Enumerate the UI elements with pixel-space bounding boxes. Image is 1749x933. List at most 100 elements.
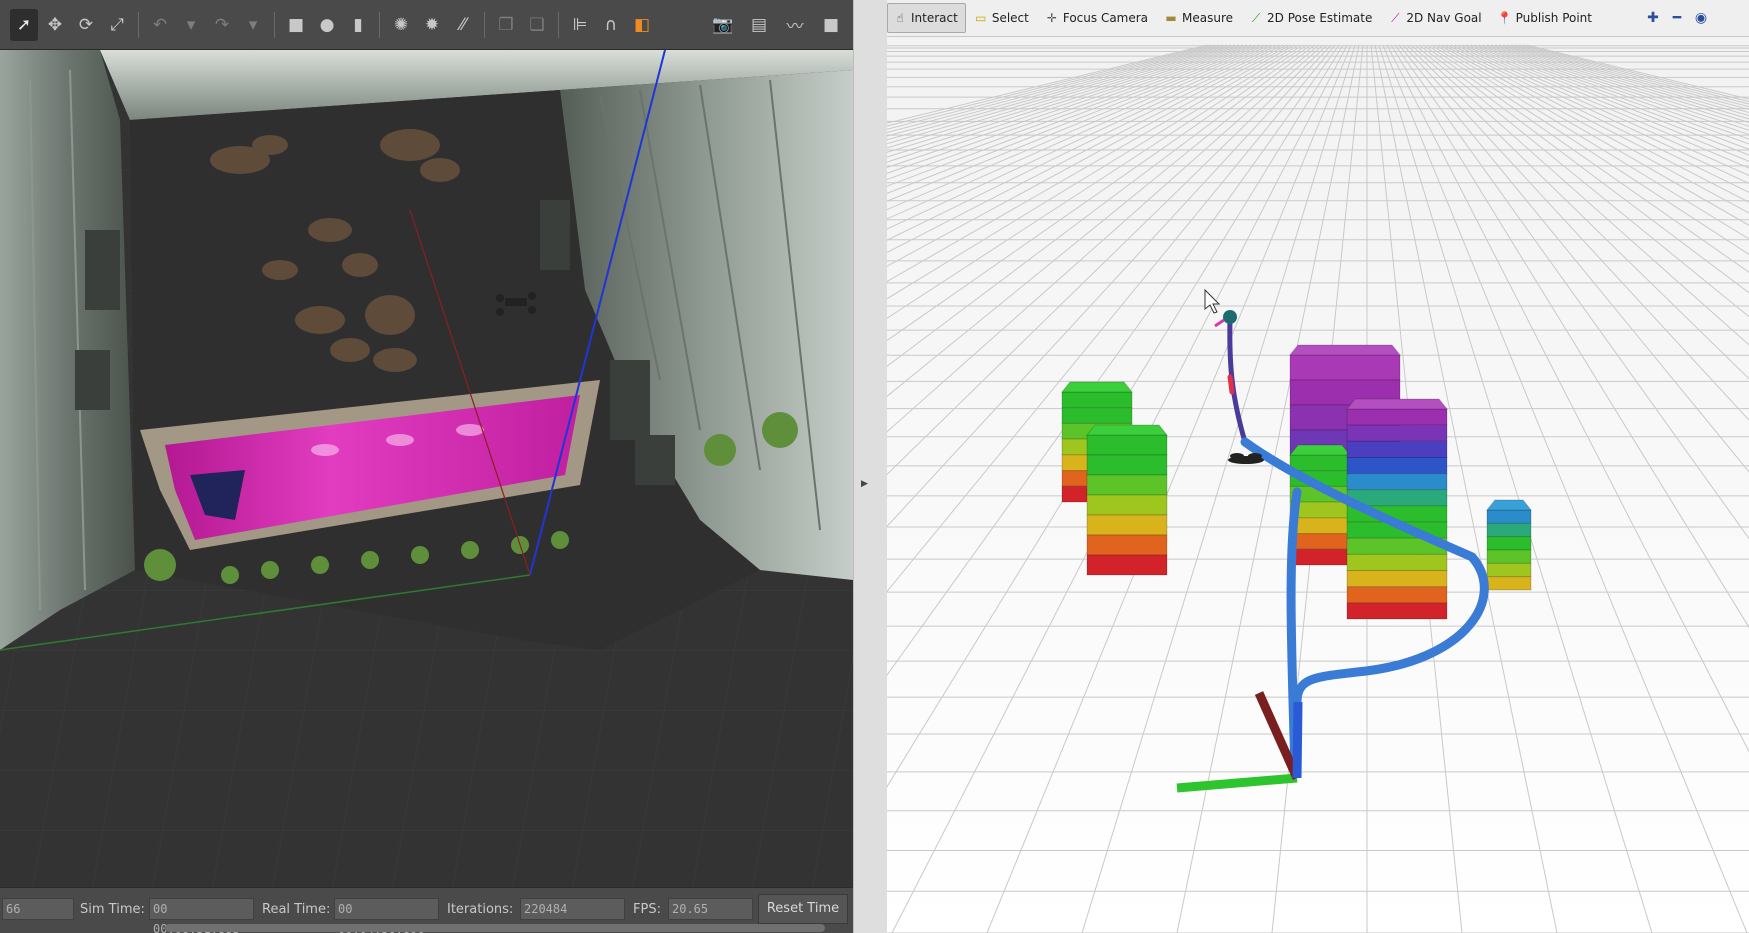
tool-focus-camera[interactable]: ✛ Focus Camera (1039, 3, 1156, 33)
gazebo-status-bar: 66 Sim Time: 00 00:06:51.883 Real Time: … (0, 887, 853, 933)
rviz-3d-view[interactable] (887, 37, 1749, 933)
left-obstacle-front-layer (1086, 454, 1168, 476)
right-obstacle-main-layer (1346, 586, 1448, 604)
measure-icon: ▬ (1165, 11, 1177, 25)
toolbar-separator (558, 11, 559, 38)
video-record-icon[interactable]: ■ (817, 9, 845, 41)
right-obstacle-main-layer (1346, 424, 1448, 442)
rotate-icon[interactable]: ⟳ (72, 9, 100, 41)
add-tool-icon[interactable]: ✚ (1641, 10, 1665, 26)
camera-view-icon[interactable]: ◉ (1689, 10, 1713, 26)
screenshot-icon[interactable]: 📷 (709, 9, 737, 41)
cylinder-shape-icon[interactable]: ▮ (344, 9, 372, 41)
tool-measure-label: Measure (1182, 11, 1234, 25)
iterations-value: 220484 (520, 898, 625, 920)
spot-light-icon[interactable]: ✹ (418, 9, 446, 41)
tool-interact-label: Interact (911, 11, 958, 25)
right-obstacle-left-top (1288, 444, 1352, 456)
left-obstacle-back-top (1060, 381, 1134, 393)
undo-dropdown-icon[interactable]: ▾ (177, 9, 205, 41)
left-obstacle-front-layer (1086, 434, 1168, 456)
focus-camera-icon: ✛ (1046, 11, 1057, 25)
far-right-obstacle-layer (1486, 549, 1532, 564)
right-obstacle-main-layer (1346, 440, 1448, 458)
tool-2d-pose-estimate[interactable]: ⟋ 2D Pose Estimate (1243, 3, 1380, 33)
collapse-arrow-icon[interactable]: ▶ (861, 479, 868, 489)
select-arrow-icon[interactable]: ➚ (10, 8, 38, 41)
origin-z-axis (1292, 701, 1303, 779)
left-obstacle-front-layer (1086, 514, 1168, 536)
reset-time-button[interactable]: Reset Time (758, 894, 848, 924)
left-obstacle-front-top (1085, 424, 1169, 436)
toolbar-separator (274, 11, 275, 38)
tool-2d-pose-estimate-label: 2D Pose Estimate (1267, 11, 1373, 25)
rviz-window: ☝ Interact ▭ Select ✛ Focus Camera ▬ Measure ⟋ 2D… (887, 0, 1749, 933)
left-wall-scan (0, 50, 135, 650)
tool-focus-camera-label: Focus Camera (1062, 11, 1149, 25)
tool-measure[interactable]: ▬ Measure (1158, 3, 1241, 33)
sim-time-value: 00 00:06:51.883 (149, 898, 254, 933)
left-obstacle-front-layer (1086, 554, 1168, 576)
change-view-icon[interactable]: ◧ (628, 9, 656, 41)
2d-nav-goal-icon: ⟋ (1391, 10, 1400, 25)
far-right-obstacle-layer (1486, 576, 1532, 591)
tool-2d-nav-goal[interactable]: ⟋ 2D Nav Goal (1382, 3, 1489, 33)
fps-value: 20.65 (668, 898, 753, 920)
far-right-obstacle-layer (1486, 562, 1532, 578)
tool-select-label: Select (991, 11, 1029, 25)
undo-icon[interactable]: ↶ (146, 9, 174, 41)
copy-icon[interactable]: ❐ (492, 9, 520, 41)
right-obstacle-left-layer (1289, 454, 1351, 472)
toolbar-separator (138, 11, 139, 38)
point-light-icon[interactable]: ✺ (387, 9, 415, 41)
2d-pose-estimate-icon: ⟋ (1251, 10, 1261, 25)
paste-icon[interactable]: ❏ (523, 9, 551, 41)
directional-light-icon[interactable]: ⁄⁄ (449, 9, 477, 41)
left-status-field: 66 (2, 898, 74, 920)
horizontal-scrollbar[interactable] (165, 924, 825, 932)
interact-icon: ☝ (896, 11, 904, 25)
gazebo-3d-view[interactable] (0, 50, 853, 887)
far-right-obstacle-layer (1486, 536, 1532, 551)
far-right-obstacle-layer (1486, 522, 1532, 538)
right-obstacle-main-top (1345, 398, 1449, 410)
far-right-obstacle-layer (1486, 509, 1532, 524)
select-icon: ▭ (975, 11, 987, 25)
redo-icon[interactable]: ↷ (208, 9, 236, 41)
left-obstacle-front-layer (1086, 474, 1168, 496)
right-obstacle-main-layer (1346, 408, 1448, 426)
tool-select[interactable]: ▭ Select (968, 3, 1037, 33)
box-shape-icon[interactable]: ■ (282, 9, 310, 41)
publish-point-icon: 📍 (1497, 11, 1513, 25)
redo-dropdown-icon[interactable]: ▾ (239, 9, 267, 41)
iterations-label: Iterations: (447, 902, 514, 917)
left-obstacle-front-layer (1086, 494, 1168, 516)
right-obstacle-main-layer (1346, 570, 1448, 588)
tool-publish-point-label: Publish Point (1515, 11, 1592, 25)
real-time-label: Real Time: (262, 902, 331, 917)
panel-splitter[interactable]: ▶ (853, 0, 887, 933)
left-obstacle-back-layer (1061, 391, 1133, 409)
tool-publish-point[interactable]: 📍 Publish Point (1492, 3, 1600, 33)
toolbar-separator (379, 11, 380, 38)
scale-icon[interactable]: ⤢ (103, 9, 131, 41)
plot-icon[interactable]: 〰 (781, 9, 809, 41)
far-right-obstacle-top (1485, 499, 1533, 511)
right-obstacle-top-top (1288, 344, 1402, 356)
remove-tool-icon[interactable]: ━ (1665, 10, 1689, 26)
left-obstacle-front-layer (1086, 534, 1168, 556)
translate-icon[interactable]: ✥ (41, 9, 69, 41)
sim-time-label: Sim Time: (80, 902, 145, 917)
rviz-toolbar: ☝ Interact ▭ Select ✛ Focus Camera ▬ Measure ⟋ 2D… (887, 0, 1749, 37)
gazebo-toolbar: ➚ ✥ ⟳ ⤢ ↶ ▾ ↷ ▾ ■ ● ▮ ✺ ✹ ⁄⁄ ❐ ❏ ⊫ ∩ ◧ 📷 ▤ 〰 ■ (0, 0, 853, 50)
sphere-shape-icon[interactable]: ● (313, 9, 341, 41)
right-obstacle-left-layer (1289, 533, 1351, 550)
right-obstacle-main-layer (1346, 456, 1448, 475)
fps-label: FPS: (633, 902, 661, 917)
tool-interact[interactable]: ☝ Interact (887, 3, 966, 33)
right-obstacle-main-layer (1346, 473, 1448, 491)
align-icon[interactable]: ⊫ (566, 9, 594, 41)
right-obstacle-top-layer (1289, 354, 1401, 381)
log-icon[interactable]: ▤ (745, 9, 773, 41)
snap-icon[interactable]: ∩ (597, 9, 625, 41)
